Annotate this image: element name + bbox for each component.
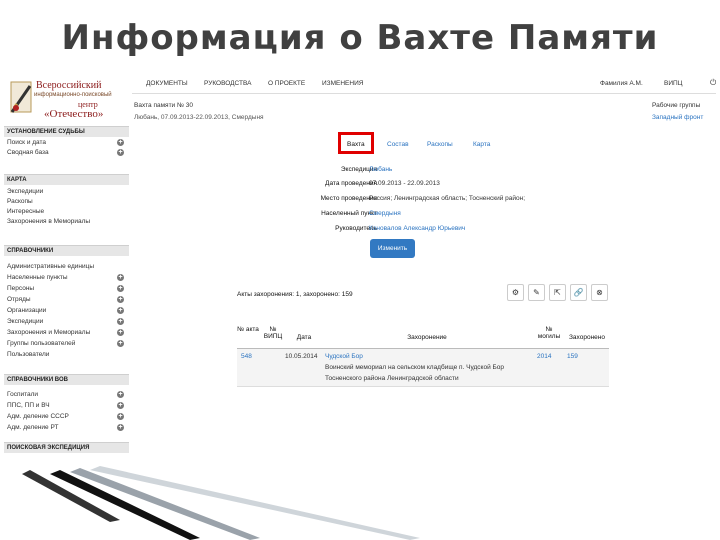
sidebar-item-interesting[interactable]: Интересные	[4, 207, 129, 216]
sidebar-item-search[interactable]: Поиск и дата +	[4, 138, 129, 147]
col-grave-number: № могилы	[537, 326, 561, 340]
logo-emblem-icon	[10, 81, 32, 113]
work-groups-label: Рабочие группы	[652, 102, 701, 109]
sidebar-item-admin-units[interactable]: Административные единицы	[4, 262, 129, 271]
value-leader[interactable]: Коновалов Александр Юрьевич	[369, 225, 465, 232]
col-burial: Захоронение	[407, 334, 447, 341]
sidebar-section-ww2-references: СПРАВОЧНИКИ ВОВ	[4, 374, 129, 385]
cell-act[interactable]: 548	[241, 353, 252, 360]
plus-icon[interactable]: +	[117, 329, 124, 336]
sidebar-item-adm-ussr[interactable]: Адм. деление СССР +	[4, 412, 129, 421]
label-expedition: Экспедиция	[340, 166, 377, 173]
app-screenshot: Всероссийский информационно-поисковый це…	[4, 72, 716, 460]
cell-burial-text-2: Тосненского района Ленинградской области	[325, 375, 459, 382]
settings-icon[interactable]: ⚙	[507, 284, 524, 301]
sidebar-item-excavations[interactable]: Раскопы	[4, 197, 129, 206]
cell-date: 10.05.2014	[285, 353, 318, 360]
logo[interactable]: Всероссийский информационно-поисковый це…	[6, 76, 127, 122]
sidebar-item-adm-rt[interactable]: Адм. деление РТ +	[4, 423, 129, 432]
plus-icon[interactable]: +	[117, 296, 124, 303]
col-vipc-number: № ВИПЦ	[263, 326, 283, 340]
label-place: Место проведения	[320, 195, 377, 202]
logo-line-2: информационно-поисковый	[34, 92, 112, 98]
plus-icon[interactable]: +	[117, 413, 124, 420]
nav-documents[interactable]: ДОКУМЕНТЫ	[146, 80, 188, 87]
logo-line-1: Всероссийский	[36, 80, 102, 91]
col-date: Дата	[296, 334, 312, 341]
table-row[interactable]: 548 10.05.2014 Чудской Бор Воинский мемо…	[237, 349, 609, 387]
edit-icon[interactable]: ✎	[528, 284, 545, 301]
sidebar-item-ref-expeditions[interactable]: Экспедиции +	[4, 317, 129, 326]
plus-icon[interactable]: +	[117, 391, 124, 398]
org-name[interactable]: ВИПЦ	[664, 80, 683, 87]
edit-button[interactable]: Изменить	[370, 239, 415, 258]
sidebar-item-hospitals[interactable]: Госпитали +	[4, 390, 129, 399]
cell-grave[interactable]: 2014	[537, 353, 551, 360]
sidebar-section-map: КАРТА	[4, 174, 129, 185]
sidebar-section-references: СПРАВОЧНИКИ	[4, 245, 129, 256]
value-settlement[interactable]: Смердыня	[369, 210, 401, 217]
plus-icon[interactable]: +	[117, 424, 124, 431]
label-dates: Дата проведения	[325, 180, 377, 187]
label-leader: Руководитель	[335, 225, 377, 232]
export-icon[interactable]: ⇱	[549, 284, 566, 301]
logo-line-4: «Отечество»	[44, 108, 104, 120]
top-navigation: ДОКУМЕНТЫ РУКОВОДСТВА О ПРОЕКТЕ ИЗМЕНЕНИ…	[132, 72, 716, 94]
slide-corner-decoration	[0, 460, 420, 540]
cell-burial-text-1: Воинский мемориал на сельском кладбище п…	[325, 364, 505, 371]
tab-map[interactable]: Карта	[473, 141, 490, 148]
plus-icon[interactable]: +	[117, 402, 124, 409]
sidebar-section-fate: УСТАНОВЛЕНИЕ СУДЬБЫ	[4, 126, 129, 137]
nav-about[interactable]: О ПРОЕКТЕ	[268, 80, 305, 87]
tab-vakhta[interactable]: Вахта	[338, 132, 374, 154]
link-icon[interactable]: 🔗	[570, 284, 587, 301]
sidebar-item-summary-base[interactable]: Сводная база +	[4, 148, 129, 157]
nav-changes[interactable]: ИЗМЕНЕНИЯ	[322, 80, 363, 87]
sidebar-item-user-groups[interactable]: Группы пользователей +	[4, 339, 129, 348]
plus-icon[interactable]: +	[117, 149, 124, 156]
sidebar-item-settlements[interactable]: Населенные пункты +	[4, 273, 129, 282]
col-act-number: № акта	[237, 326, 259, 333]
sidebar-item-expeditions[interactable]: Экспедиции	[4, 187, 129, 196]
sidebar: Всероссийский информационно-поисковый це…	[4, 72, 129, 460]
value-dates: 07.09.2013 - 22.09.2013	[369, 180, 440, 187]
cell-burial-link[interactable]: Чудской Бор	[325, 353, 363, 360]
plus-icon[interactable]: +	[117, 274, 124, 281]
nav-guides[interactable]: РУКОВОДСТВА	[204, 80, 251, 87]
plus-icon[interactable]: +	[117, 340, 124, 347]
front-link[interactable]: Западный фронт	[652, 114, 703, 121]
sidebar-item-memorials[interactable]: Захоронения и Мемориалы +	[4, 328, 129, 337]
value-place: Россия; Ленинградская область; Тосненски…	[369, 195, 526, 202]
plus-icon[interactable]: +	[117, 307, 124, 314]
cell-buried[interactable]: 159	[567, 353, 578, 360]
value-expedition[interactable]: Любань	[369, 166, 392, 173]
plus-icon[interactable]: +	[117, 139, 124, 146]
col-buried: Захоронено	[569, 334, 605, 341]
sidebar-item-users[interactable]: Пользователи	[4, 350, 129, 359]
vakhta-subheader: Любань, 07.09.2013-22.09.2013, Смердыня	[134, 114, 264, 121]
vakhta-header: Вахта памяти № 30	[134, 102, 193, 109]
sidebar-item-burials[interactable]: Захоронения в Мемориалы	[4, 217, 129, 226]
slide-title: Информация о Вахте Памяти	[61, 18, 659, 58]
delete-icon[interactable]: ⊗	[591, 284, 608, 301]
acts-table-header: № акта № ВИПЦ Дата Захоронение № могилы …	[237, 320, 609, 349]
tab-excavations[interactable]: Раскопы	[427, 141, 453, 148]
user-name[interactable]: Фамилия А.М.	[600, 80, 643, 87]
label-settlement: Населенный пункт	[321, 210, 377, 217]
sidebar-item-organizations[interactable]: Организации +	[4, 306, 129, 315]
tab-members[interactable]: Состав	[387, 141, 409, 148]
plus-icon[interactable]: +	[117, 318, 124, 325]
plus-icon[interactable]: +	[117, 285, 124, 292]
sidebar-item-pps[interactable]: ППС, ПП и ВЧ +	[4, 401, 129, 410]
sidebar-item-persons[interactable]: Персоны +	[4, 284, 129, 293]
acts-summary: Акты захоронения: 1, захоронено: 159	[237, 291, 353, 298]
power-icon[interactable]: ⏻	[710, 78, 716, 88]
sidebar-item-units[interactable]: Отряды +	[4, 295, 129, 304]
